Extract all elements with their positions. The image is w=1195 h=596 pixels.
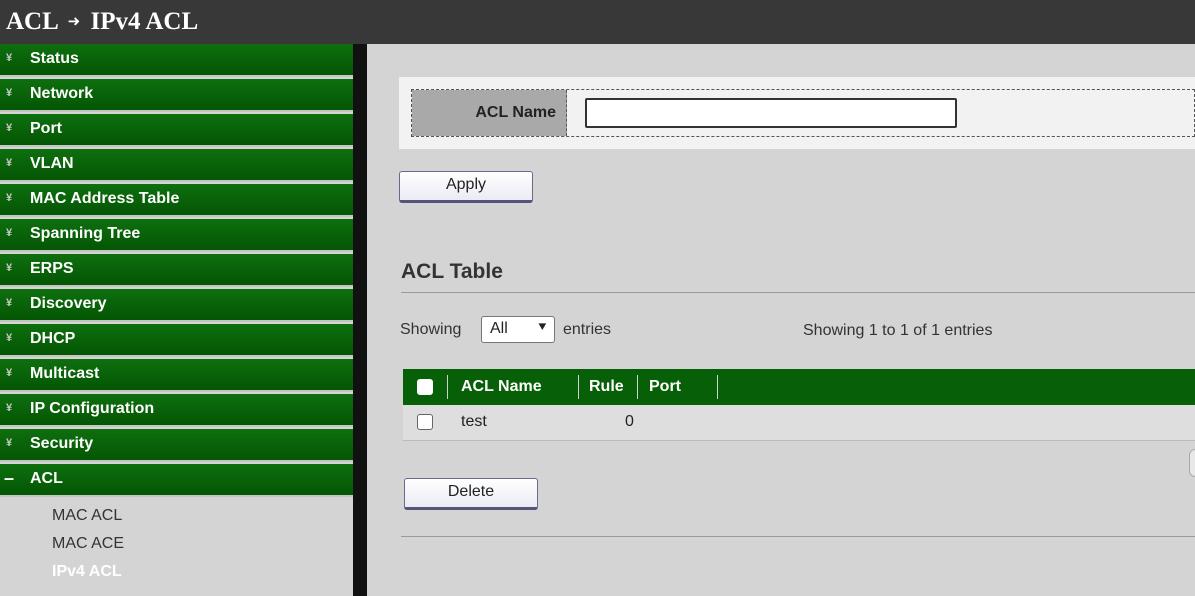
showing-label: Showing xyxy=(400,321,462,338)
acl-name-row: ACL Name xyxy=(411,89,1195,137)
double-chevron-down-icon: ¥ xyxy=(6,157,13,169)
sidebar-item-ip-configuration[interactable]: ¥ IP Configuration xyxy=(0,394,353,427)
section-divider xyxy=(401,292,1195,293)
double-chevron-down-icon: ¥ xyxy=(6,332,13,344)
double-chevron-down-icon: ¥ xyxy=(6,227,13,239)
sidebar-divider[interactable] xyxy=(353,44,367,596)
sidebar: ¥ Status ¥ Network ¥ Port ¥ VLAN ¥ MAC Addres… xyxy=(0,44,353,596)
sidebar-item-label: ACL xyxy=(30,470,63,487)
sidebar-item-label: MAC Address Table xyxy=(30,190,180,207)
sidebar-item-label: Discovery xyxy=(30,295,107,312)
sidebar-subitem-ipv4-acl[interactable]: IPv4 ACL xyxy=(52,563,122,581)
apply-button[interactable]: Apply xyxy=(399,171,533,203)
select-all-checkbox[interactable] xyxy=(417,379,433,395)
cell-acl-name: test xyxy=(461,413,487,430)
sidebar-item-multicast[interactable]: ¥ Multicast xyxy=(0,359,353,392)
collapse-minus-icon: – xyxy=(4,468,15,488)
sidebar-item-label: VLAN xyxy=(30,155,74,172)
sidebar-item-status[interactable]: ¥ Status xyxy=(0,44,353,77)
table-row[interactable]: test 0 xyxy=(403,405,1195,441)
column-separator xyxy=(717,375,718,399)
sidebar-item-label: DHCP xyxy=(30,330,76,347)
acl-table-title: ACL Table xyxy=(401,260,503,283)
table-header: ACL Name Rule Port xyxy=(403,369,1195,405)
sidebar-item-spanning-tree[interactable]: ¥ Spanning Tree xyxy=(0,219,353,252)
bottom-divider xyxy=(401,536,1195,537)
sidebar-item-label: Network xyxy=(30,85,94,102)
breadcrumb-section: ACL xyxy=(6,8,58,35)
chevron-down-icon: ⯆ xyxy=(536,319,548,335)
sidebar-item-discovery[interactable]: ¥ Discovery xyxy=(0,289,353,322)
column-header-rule[interactable]: Rule xyxy=(589,378,624,396)
column-separator xyxy=(578,375,579,399)
page-breadcrumb: ACL ➜ IPv4 ACL xyxy=(6,8,198,36)
table-summary: Showing 1 to 1 of 1 entries xyxy=(803,322,993,339)
page-size-value: All xyxy=(490,320,508,337)
column-separator xyxy=(447,375,448,399)
double-chevron-down-icon: ¥ xyxy=(6,402,13,414)
double-chevron-down-icon: ¥ xyxy=(6,122,13,134)
double-chevron-down-icon: ¥ xyxy=(6,367,13,379)
arrow-right-icon: ➜ xyxy=(67,12,81,30)
double-chevron-down-icon: ¥ xyxy=(6,437,13,449)
sidebar-subitem-mac-acl[interactable]: MAC ACL xyxy=(52,507,122,525)
sidebar-item-label: Spanning Tree xyxy=(30,225,141,242)
sidebar-item-erps[interactable]: ¥ ERPS xyxy=(0,254,353,287)
acl-name-form: ACL Name xyxy=(399,77,1195,149)
sidebar-item-label: Port xyxy=(30,120,62,137)
double-chevron-down-icon: ¥ xyxy=(6,262,13,274)
table-scroll-handle[interactable] xyxy=(1189,449,1195,477)
column-header-acl-name[interactable]: ACL Name xyxy=(461,378,542,396)
sidebar-item-dhcp[interactable]: ¥ DHCP xyxy=(0,324,353,357)
sidebar-item-vlan[interactable]: ¥ VLAN xyxy=(0,149,353,182)
sidebar-item-security[interactable]: ¥ Security xyxy=(0,429,353,462)
cell-rule: 0 xyxy=(625,413,634,430)
double-chevron-down-icon: ¥ xyxy=(6,297,13,309)
page-size-select[interactable]: All ⯆ xyxy=(481,316,555,343)
top-bar: ACL ➜ IPv4 ACL xyxy=(0,0,1195,44)
main-content: ACL Name Apply ACL Table Showing All ⯆ e… xyxy=(367,44,1195,596)
breadcrumb-page: IPv4 ACL xyxy=(90,8,199,35)
double-chevron-down-icon: ¥ xyxy=(6,52,13,64)
sidebar-item-port[interactable]: ¥ Port xyxy=(0,114,353,147)
sidebar-subitem-mac-ace[interactable]: MAC ACE xyxy=(52,535,124,553)
sidebar-item-mac-address-table[interactable]: ¥ MAC Address Table xyxy=(0,184,353,217)
delete-button[interactable]: Delete xyxy=(404,478,538,510)
sidebar-item-label: IP Configuration xyxy=(30,400,155,417)
double-chevron-down-icon: ¥ xyxy=(6,192,13,204)
sidebar-item-network[interactable]: ¥ Network xyxy=(0,79,353,112)
sidebar-item-label: Status xyxy=(30,50,79,67)
sidebar-item-label: Security xyxy=(30,435,94,452)
entries-label: entries xyxy=(563,321,612,338)
column-header-port[interactable]: Port xyxy=(649,378,681,396)
column-separator xyxy=(637,375,638,399)
sidebar-item-acl[interactable]: – ACL xyxy=(0,464,353,497)
acl-name-label: ACL Name xyxy=(412,90,567,136)
acl-name-input[interactable] xyxy=(585,98,957,128)
sidebar-item-label: Multicast xyxy=(30,365,100,382)
sidebar-item-label: ERPS xyxy=(30,260,74,277)
double-chevron-down-icon: ¥ xyxy=(6,87,13,99)
row-checkbox[interactable] xyxy=(417,414,433,430)
